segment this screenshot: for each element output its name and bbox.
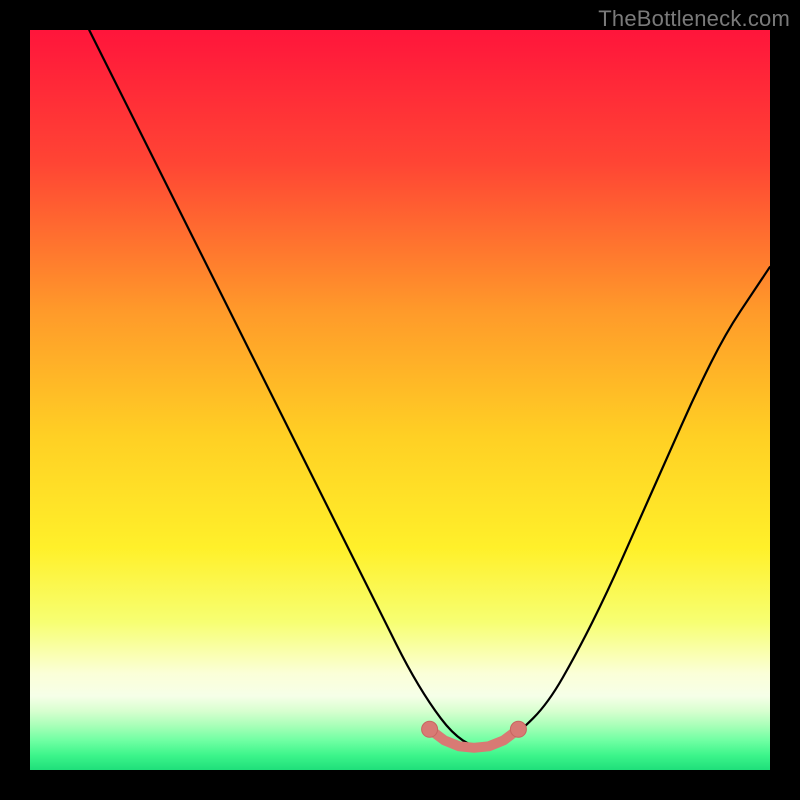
bottleneck-chart xyxy=(30,30,770,770)
optimal-range-end-dot xyxy=(422,721,438,737)
optimal-range-end-dot xyxy=(510,721,526,737)
gradient-background xyxy=(30,30,770,770)
chart-frame: TheBottleneck.com xyxy=(0,0,800,800)
watermark-text: TheBottleneck.com xyxy=(598,6,790,32)
